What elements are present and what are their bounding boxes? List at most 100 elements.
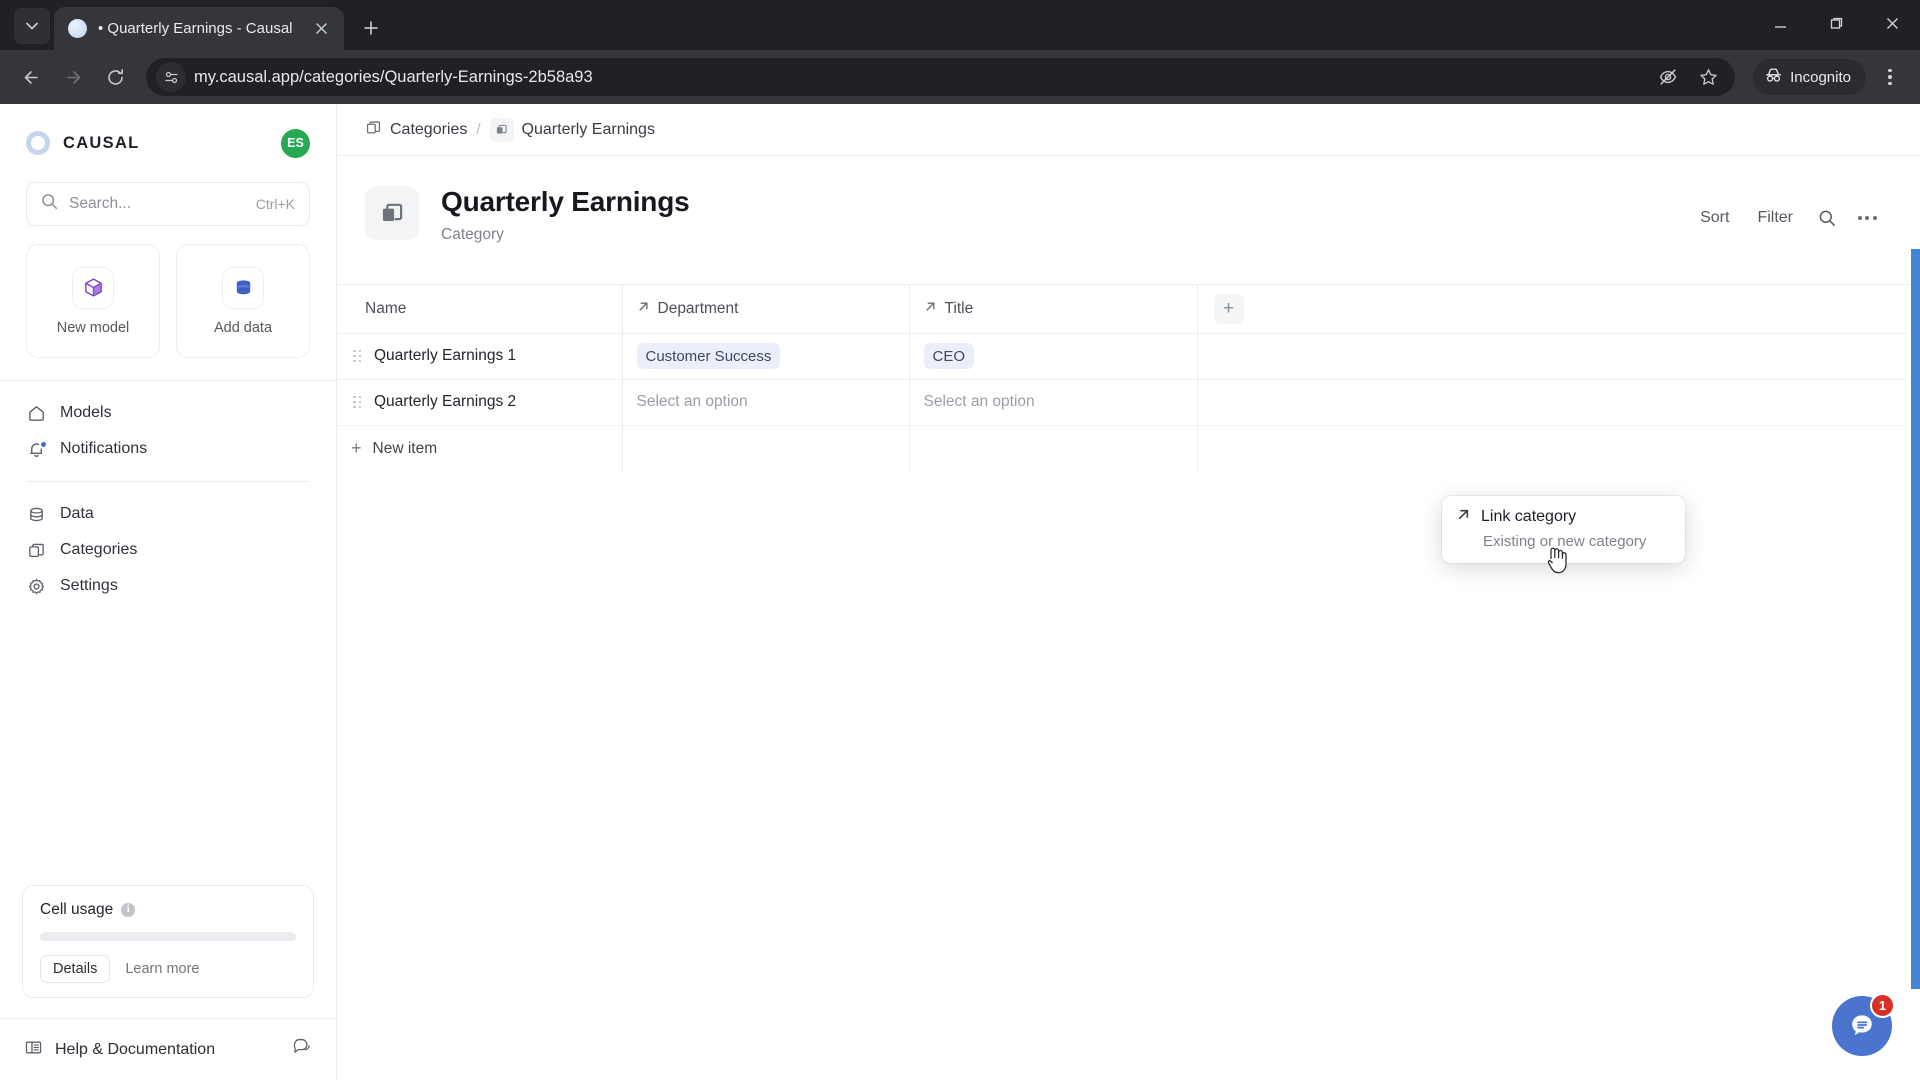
cell-department[interactable]: Select an option xyxy=(621,379,909,426)
more-options-icon[interactable] xyxy=(1850,201,1884,235)
database-icon xyxy=(26,505,47,524)
new-tab-button[interactable] xyxy=(354,11,388,45)
help-documentation-label[interactable]: Help & Documentation xyxy=(55,1041,280,1059)
cell-title[interactable]: CEO xyxy=(908,333,1197,380)
maximize-window-button[interactable] xyxy=(1808,0,1864,46)
sidebar-item-label: Notifications xyxy=(60,440,148,457)
add-data-button[interactable]: Add data xyxy=(176,244,310,358)
sidebar-divider-mid xyxy=(26,481,310,482)
bookmark-star-icon[interactable] xyxy=(1689,58,1727,96)
address-bar[interactable]: my.causal.app/categories/Quarterly-Earni… xyxy=(146,58,1736,96)
quick-actions: New model Add data xyxy=(26,244,310,358)
cell-usage-progress xyxy=(40,932,296,941)
table-row[interactable]: Quarterly Earnings 2 Select an option Se… xyxy=(337,379,1907,426)
column-header-name[interactable]: Name xyxy=(337,285,622,334)
sidebar-item-data[interactable]: Data xyxy=(26,496,310,532)
causal-logo-icon xyxy=(26,131,50,155)
link-category-popup[interactable]: Link category Existing or new category xyxy=(1442,496,1685,563)
table-row[interactable]: Quarterly Earnings 1 Customer Success CE… xyxy=(337,333,1907,380)
tab-title: • Quarterly Earnings - Causal xyxy=(98,20,293,37)
chat-widget[interactable]: 1 xyxy=(1832,993,1895,1056)
minimize-window-button[interactable] xyxy=(1752,0,1808,46)
page-title[interactable]: Quarterly Earnings xyxy=(441,186,690,218)
search-input[interactable]: Search... Ctrl+K xyxy=(26,182,310,226)
cell-name[interactable]: Quarterly Earnings 1 xyxy=(337,333,622,380)
vertical-scrollbar[interactable] xyxy=(1911,249,1920,989)
column-header-department[interactable]: Department xyxy=(621,285,909,334)
hide-password-icon[interactable] xyxy=(1649,58,1687,96)
column-header-add: + xyxy=(1196,285,1907,334)
popup-subtitle: Existing or new category xyxy=(1483,533,1647,550)
department-placeholder[interactable]: Select an option xyxy=(637,393,748,411)
close-tab-icon[interactable] xyxy=(308,16,334,42)
browser-tab[interactable]: • Quarterly Earnings - Causal xyxy=(54,7,344,50)
back-icon[interactable] xyxy=(12,58,50,96)
sidebar-item-models[interactable]: Models xyxy=(26,395,310,431)
search-shortcut: Ctrl+K xyxy=(255,196,295,212)
sidebar-item-categories[interactable]: Categories xyxy=(26,532,310,568)
new-model-button[interactable]: New model xyxy=(26,244,160,358)
table-body: Quarterly Earnings 1 Customer Success CE… xyxy=(337,333,1907,472)
column-header-label: Department xyxy=(657,299,739,317)
table-header-row: Name Department Title + xyxy=(337,285,1907,334)
new-item-row[interactable]: + New item xyxy=(337,425,1907,472)
notification-badge-dot xyxy=(40,440,47,448)
page-title-block: Quarterly Earnings Category xyxy=(441,186,690,244)
sidebar-item-notifications[interactable]: Notifications xyxy=(26,431,310,467)
cell-name[interactable]: Quarterly Earnings 2 xyxy=(337,379,622,426)
sidebar-item-label: Models xyxy=(60,404,112,421)
page-category-icon xyxy=(365,186,419,240)
popup-main-row[interactable]: Link category xyxy=(1456,507,1671,527)
column-header-title[interactable]: Title xyxy=(908,285,1197,334)
reload-icon[interactable] xyxy=(96,58,134,96)
breadcrumb-separator: / xyxy=(476,121,481,138)
title-placeholder[interactable]: Select an option xyxy=(924,393,1035,411)
tab-search-button[interactable] xyxy=(14,8,50,44)
link-arrow-icon xyxy=(637,300,650,318)
cell-new-item[interactable]: + New item xyxy=(337,425,622,472)
cell-empty xyxy=(621,425,909,472)
forward-icon[interactable] xyxy=(54,58,92,96)
cell-empty xyxy=(1196,425,1907,472)
link-arrow-icon xyxy=(924,300,937,318)
browser-chrome: • Quarterly Earnings - Causal my.causal.… xyxy=(0,0,1920,104)
cell-usage-header: Cell usage i xyxy=(40,901,296,919)
layers-icon xyxy=(26,541,47,560)
add-data-label: Add data xyxy=(213,319,273,336)
breadcrumb-current[interactable]: Quarterly Earnings xyxy=(489,117,655,142)
sort-button[interactable]: Sort xyxy=(1689,203,1740,233)
row-name-label: Quarterly Earnings 1 xyxy=(374,347,517,364)
department-chip[interactable]: Customer Success xyxy=(636,343,781,369)
category-icon xyxy=(489,117,514,142)
drag-handle-icon[interactable] xyxy=(351,349,364,363)
bell-icon xyxy=(26,440,47,459)
title-chip[interactable]: CEO xyxy=(923,343,975,369)
drag-handle-icon[interactable] xyxy=(351,395,364,409)
home-icon xyxy=(26,404,47,423)
database-icon xyxy=(222,266,264,309)
learn-more-link[interactable]: Learn more xyxy=(115,956,209,982)
cell-department[interactable]: Customer Success xyxy=(621,333,909,380)
new-model-label: New model xyxy=(56,319,130,336)
info-icon[interactable]: i xyxy=(121,903,136,917)
cell-empty xyxy=(1196,333,1907,380)
avatar[interactable]: ES xyxy=(281,128,310,158)
cell-usage-card: Cell usage i Details Learn more xyxy=(22,885,314,998)
cell-usage-actions: Details Learn more xyxy=(40,955,296,983)
browser-menu-icon[interactable] xyxy=(1872,59,1908,95)
incognito-icon xyxy=(1764,66,1783,89)
close-window-button[interactable] xyxy=(1864,0,1920,46)
incognito-badge[interactable]: Incognito xyxy=(1753,59,1866,95)
chat-icon[interactable] xyxy=(292,1037,312,1062)
sidebar-footer: Help & Documentation xyxy=(0,1018,336,1080)
search-icon[interactable] xyxy=(1810,201,1844,235)
plus-icon: + xyxy=(351,438,362,458)
breadcrumb-categories[interactable]: Categories xyxy=(365,119,467,141)
details-button[interactable]: Details xyxy=(40,955,111,983)
filter-button[interactable]: Filter xyxy=(1746,203,1804,233)
cell-title[interactable]: Select an option xyxy=(908,379,1197,426)
site-settings-icon[interactable] xyxy=(156,62,186,92)
sidebar-item-settings[interactable]: Settings xyxy=(26,568,310,604)
add-column-button[interactable]: + xyxy=(1213,293,1244,324)
breadcrumb-current-label: Quarterly Earnings xyxy=(521,120,655,138)
